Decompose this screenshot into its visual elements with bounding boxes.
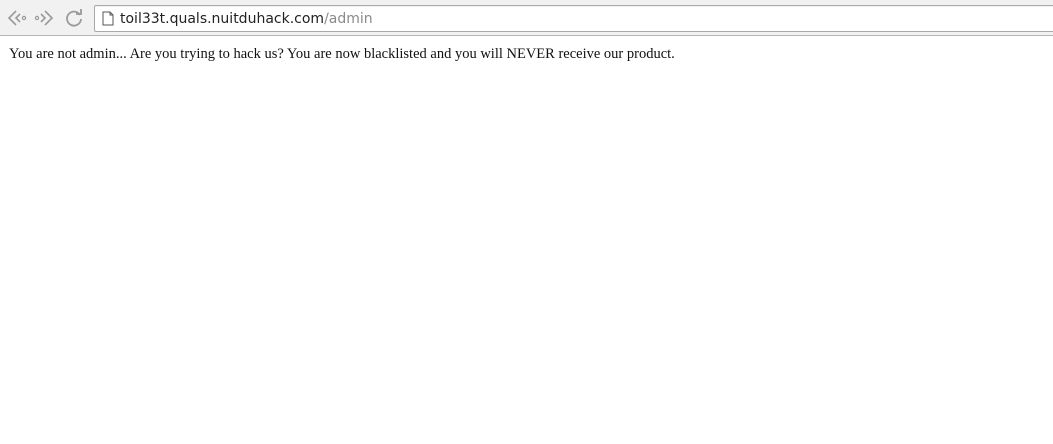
back-button[interactable] [5, 7, 27, 29]
forward-button[interactable] [34, 7, 56, 29]
address-bar[interactable]: toil33t.quals.nuitduhack.com/admin [94, 5, 1053, 32]
back-arrow-icon [7, 10, 27, 26]
page-message: You are not admin... Are you trying to h… [9, 46, 675, 62]
forward-arrow-icon [34, 10, 54, 26]
reload-button[interactable] [63, 7, 85, 29]
url-host: toil33t.quals.nuitduhack.com [120, 11, 325, 27]
reload-icon [66, 9, 82, 27]
url-path: /admin [324, 11, 373, 27]
url-text[interactable]: toil33t.quals.nuitduhack.com/admin [120, 10, 373, 28]
browser-toolbar: toil33t.quals.nuitduhack.com/admin [0, 0, 1053, 36]
document-icon [102, 11, 114, 26]
